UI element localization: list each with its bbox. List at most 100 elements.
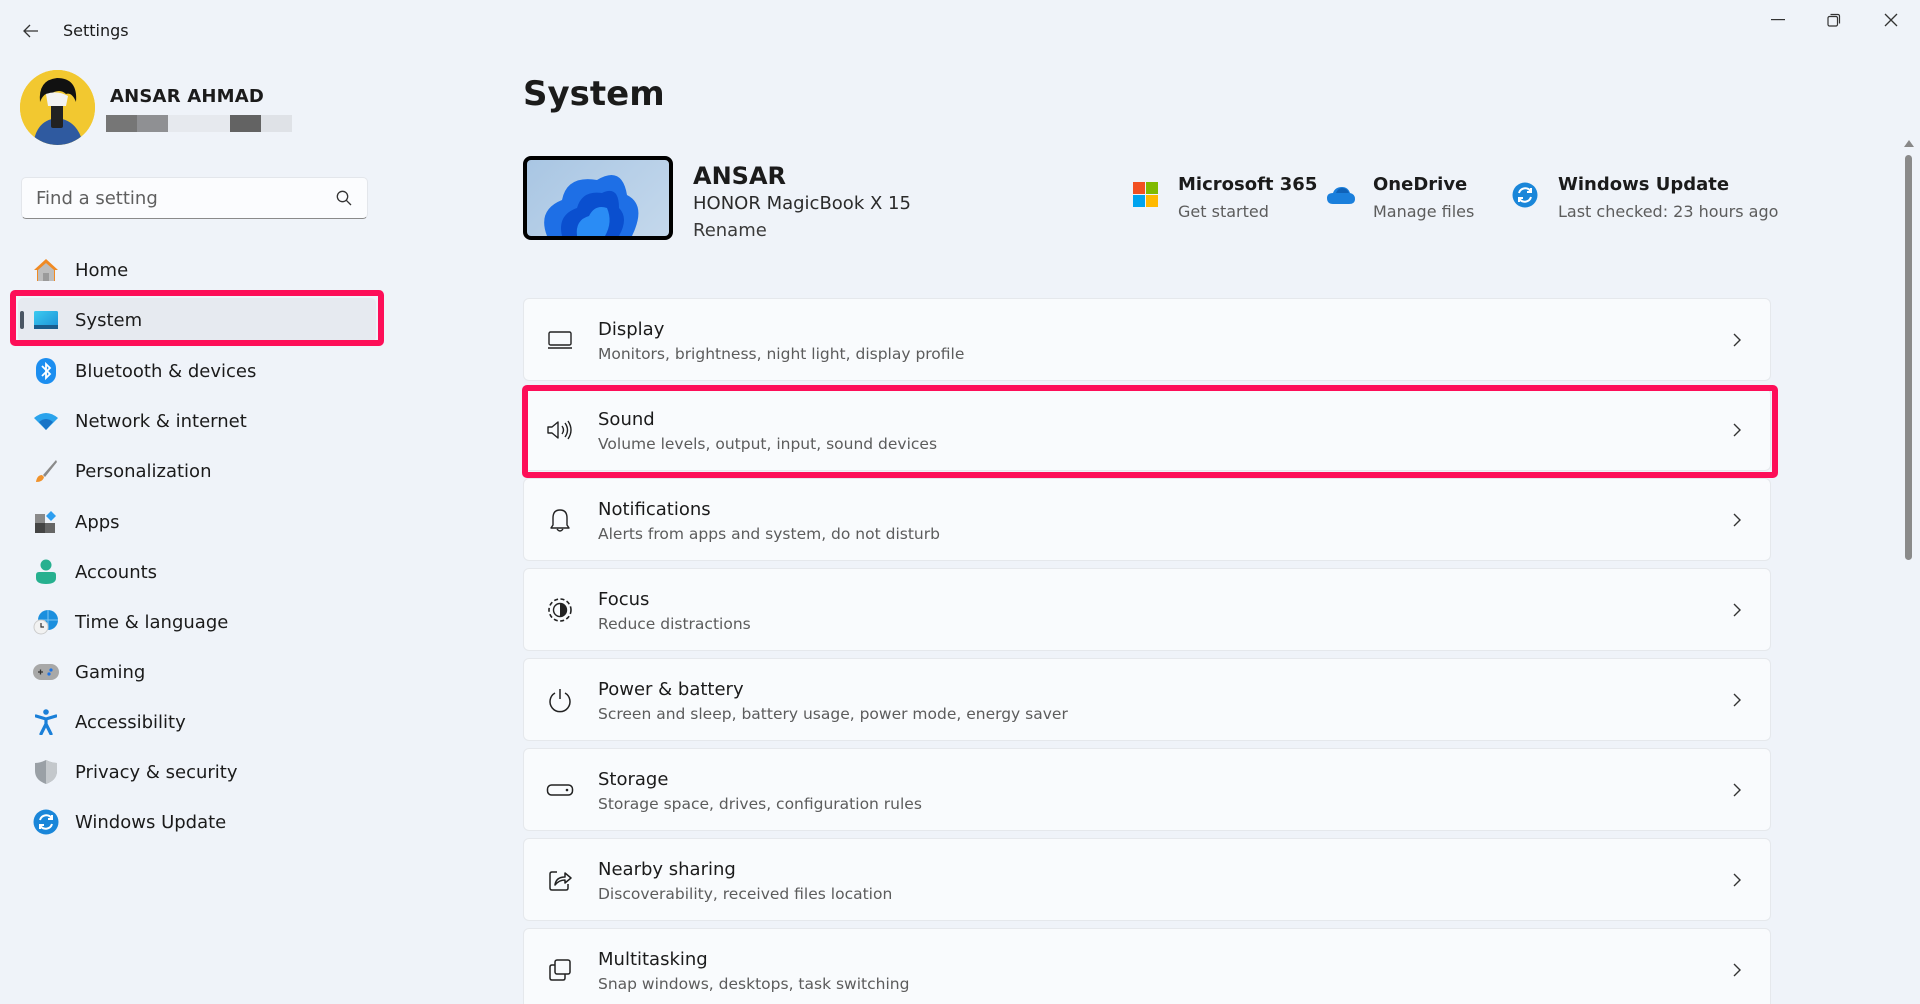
focus-icon bbox=[546, 596, 574, 624]
card-title: Display bbox=[598, 319, 665, 340]
card-title: Storage bbox=[598, 769, 669, 790]
sidebar-item-accessibility[interactable]: Accessibility bbox=[18, 700, 376, 744]
quick-link-windows-update[interactable]: Windows Update Last checked: 23 hours ag… bbox=[1512, 174, 1778, 224]
scrollbar-thumb[interactable] bbox=[1905, 155, 1912, 560]
sidebar-item-network-internet[interactable]: Network & internet bbox=[18, 399, 376, 443]
minimize-icon bbox=[1771, 19, 1785, 21]
sidebar-item-label: Apps bbox=[75, 511, 120, 533]
card-storage[interactable]: Storage Storage space, drives, configura… bbox=[523, 748, 1771, 831]
accounts-icon bbox=[32, 558, 60, 586]
quick-link-subtitle: Last checked: 23 hours ago bbox=[1558, 202, 1779, 221]
card-subtitle: Storage space, drives, configuration rul… bbox=[598, 795, 922, 813]
sidebar-item-label: Network & internet bbox=[75, 410, 247, 432]
card-title: Power & battery bbox=[598, 679, 744, 700]
shield-icon bbox=[32, 758, 60, 786]
sidebar-item-label: Gaming bbox=[75, 661, 146, 683]
card-focus[interactable]: Focus Reduce distractions bbox=[523, 568, 1771, 651]
multitasking-icon bbox=[546, 956, 574, 984]
search-icon[interactable] bbox=[335, 189, 353, 207]
chevron-right-icon bbox=[1733, 783, 1741, 797]
profile-name: ANSAR AHMAD bbox=[110, 86, 264, 107]
back-button[interactable] bbox=[14, 14, 48, 48]
restore-button[interactable] bbox=[1806, 0, 1862, 40]
quick-link-microsoft-365[interactable]: Microsoft 365 Get started bbox=[1133, 174, 1317, 224]
card-title: Focus bbox=[598, 589, 650, 610]
sidebar-item-label: Accounts bbox=[75, 561, 158, 583]
accessibility-icon bbox=[32, 708, 60, 736]
app-title: Settings bbox=[63, 21, 129, 40]
display-icon bbox=[546, 326, 574, 354]
sidebar-item-accounts[interactable]: Accounts bbox=[18, 550, 376, 594]
rename-link[interactable]: Rename bbox=[693, 220, 767, 241]
bell-icon bbox=[546, 506, 574, 534]
gamepad-icon bbox=[32, 658, 60, 686]
sidebar-item-label: Windows Update bbox=[75, 811, 227, 833]
home-icon bbox=[32, 256, 60, 284]
sidebar-item-label: Time & language bbox=[75, 611, 229, 633]
avatar-image-icon bbox=[20, 70, 95, 145]
quick-link-onedrive[interactable]: OneDrive Manage files bbox=[1327, 174, 1497, 224]
quick-link-title: OneDrive bbox=[1373, 174, 1468, 195]
minimize-button[interactable] bbox=[1750, 0, 1806, 40]
search-input[interactable] bbox=[36, 187, 335, 209]
back-arrow-icon bbox=[23, 24, 38, 38]
chevron-right-icon bbox=[1733, 873, 1741, 887]
card-title: Nearby sharing bbox=[598, 859, 736, 880]
apps-icon bbox=[32, 508, 60, 536]
restore-icon bbox=[1827, 13, 1841, 27]
time-language-icon bbox=[32, 608, 60, 636]
card-power-battery[interactable]: Power & battery Screen and sleep, batter… bbox=[523, 658, 1771, 741]
speaker-icon bbox=[546, 416, 574, 444]
chevron-right-icon bbox=[1733, 423, 1741, 437]
close-button[interactable] bbox=[1863, 0, 1919, 40]
sidebar-item-home[interactable]: Home bbox=[18, 248, 376, 292]
sidebar-item-label: Privacy & security bbox=[75, 761, 238, 783]
device-wallpaper-thumbnail bbox=[523, 156, 673, 240]
card-subtitle: Alerts from apps and system, do not dist… bbox=[598, 525, 940, 543]
system-icon bbox=[32, 306, 60, 334]
bluetooth-icon bbox=[32, 357, 60, 385]
microsoft-365-icon bbox=[1133, 182, 1158, 207]
sidebar-item-bluetooth-devices[interactable]: Bluetooth & devices bbox=[18, 349, 376, 393]
sidebar-item-gaming[interactable]: Gaming bbox=[18, 650, 376, 694]
sidebar-item-label: System bbox=[75, 309, 143, 331]
brush-icon bbox=[32, 457, 60, 485]
sidebar-item-personalization[interactable]: Personalization bbox=[18, 449, 376, 493]
quick-link-subtitle: Manage files bbox=[1373, 202, 1475, 221]
card-subtitle: Screen and sleep, battery usage, power m… bbox=[598, 705, 1068, 723]
close-icon bbox=[1884, 13, 1898, 27]
card-nearby-sharing[interactable]: Nearby sharing Discoverability, received… bbox=[523, 838, 1771, 921]
windows-bloom-icon bbox=[544, 175, 639, 236]
power-icon bbox=[546, 686, 574, 714]
card-subtitle: Discoverability, received files location bbox=[598, 885, 893, 903]
card-notifications[interactable]: Notifications Alerts from apps and syste… bbox=[523, 478, 1771, 561]
card-subtitle: Snap windows, desktops, task switching bbox=[598, 975, 910, 993]
sidebar-item-privacy-security[interactable]: Privacy & security bbox=[18, 750, 376, 794]
card-subtitle: Reduce distractions bbox=[598, 615, 751, 633]
quick-link-title: Windows Update bbox=[1558, 174, 1730, 195]
search-box[interactable] bbox=[21, 177, 368, 219]
sidebar-item-label: Accessibility bbox=[75, 711, 186, 733]
onedrive-icon bbox=[1327, 187, 1355, 204]
avatar[interactable] bbox=[20, 70, 95, 145]
quick-link-subtitle: Get started bbox=[1178, 202, 1269, 221]
card-display[interactable]: Display Monitors, brightness, night ligh… bbox=[523, 298, 1771, 381]
scroll-up-arrow-icon[interactable] bbox=[1904, 140, 1914, 147]
chevron-right-icon bbox=[1733, 963, 1741, 977]
sidebar-item-label: Home bbox=[75, 259, 129, 281]
card-multitasking[interactable]: Multitasking Snap windows, desktops, tas… bbox=[523, 928, 1771, 1004]
sidebar-item-windows-update[interactable]: Windows Update bbox=[18, 800, 376, 844]
windows-update-icon bbox=[32, 808, 60, 836]
chevron-right-icon bbox=[1733, 513, 1741, 527]
chevron-right-icon bbox=[1733, 333, 1741, 347]
device-name: ANSAR bbox=[693, 162, 786, 190]
sidebar-item-time-language[interactable]: Time & language bbox=[18, 600, 376, 644]
card-title: Notifications bbox=[598, 499, 711, 520]
sidebar-item-system[interactable]: System bbox=[18, 298, 376, 342]
selection-indicator bbox=[20, 311, 24, 329]
page-title: System bbox=[523, 74, 665, 114]
card-sound[interactable]: Sound Volume levels, output, input, soun… bbox=[523, 388, 1771, 471]
card-title: Sound bbox=[598, 409, 655, 430]
sidebar-item-apps[interactable]: Apps bbox=[18, 500, 376, 544]
card-subtitle: Volume levels, output, input, sound devi… bbox=[598, 435, 938, 453]
